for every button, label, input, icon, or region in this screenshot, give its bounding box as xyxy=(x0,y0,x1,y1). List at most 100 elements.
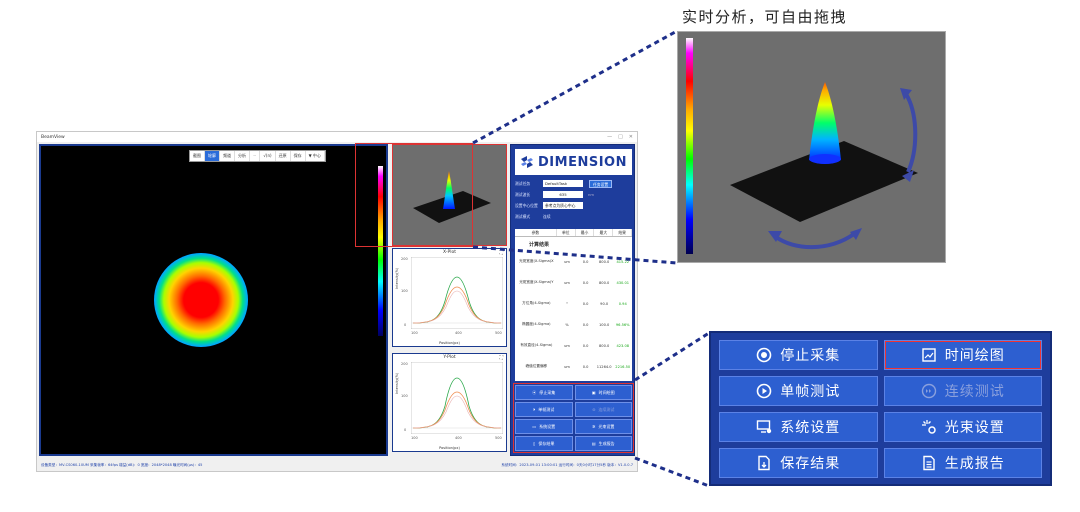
close-button[interactable]: ✕ xyxy=(629,134,633,140)
continuous-test-button[interactable]: ⊚ 连续测试 xyxy=(574,402,632,417)
play-circle-icon: ⏵ xyxy=(533,407,536,412)
button-label: 生成报告 xyxy=(598,440,615,446)
button-label: 单帧测试 xyxy=(780,384,841,400)
connector-line xyxy=(634,456,710,488)
generate-report-button[interactable]: ▤ 生成报告 xyxy=(574,436,632,451)
row-unit: um xyxy=(564,343,570,348)
single-frame-button[interactable]: ⏵ 单帧测试 xyxy=(515,402,573,417)
save-results-button-large[interactable]: 保存结果 xyxy=(719,448,878,478)
ytick: 100 xyxy=(401,289,408,293)
beam-settings-button[interactable]: ✲ 光束设置 xyxy=(574,419,632,434)
row-name: 峰值位置偏移 xyxy=(525,364,548,368)
action-buttons: ⦿ 停止采集 ▣ 时间绘图 ⏵ 单帧测试 ⊚ 连续测试 ▭ 系统设置 ✲ 光束设置 ▯ 保存结… xyxy=(513,383,634,453)
logo-icon xyxy=(521,156,534,168)
logo-text: DIMENSION xyxy=(538,154,627,170)
row-max: 11264.0 xyxy=(596,364,612,369)
button-label: 连续测试 xyxy=(944,384,1005,400)
xtick: 100 xyxy=(411,331,418,335)
minimize-button[interactable]: — xyxy=(607,134,612,140)
stop-circle-icon: ⦿ xyxy=(532,389,537,395)
stop-capture-button[interactable]: ⦿ 停止采集 xyxy=(515,385,573,400)
tool-wave[interactable]: ~ xyxy=(250,151,261,161)
beam-3d-render-large xyxy=(730,82,918,250)
chart-icon: ▣ xyxy=(591,390,596,395)
camera-toolbar: 截图 轮廓 频道 分析 ~ √(n) 还原 保存 ▼ 中心 xyxy=(189,150,326,162)
button-label: 光束设置 xyxy=(944,420,1005,436)
beam-3d-thumbnail[interactable] xyxy=(392,144,507,246)
tool-save[interactable]: 保存 xyxy=(291,151,306,161)
task-field[interactable]: DefaultTask xyxy=(543,180,583,187)
param-label: 测试波长 xyxy=(515,191,531,197)
time-plot-button[interactable]: ▣ 时间绘图 xyxy=(574,385,632,400)
button-label: 光束设置 xyxy=(598,423,615,429)
monitor-settings-icon xyxy=(756,419,772,435)
row-result: 0.94 xyxy=(618,301,627,306)
row-min: 0.0 xyxy=(582,364,589,369)
row-name: 光斑宽度(X-Sigma)Y xyxy=(519,280,554,284)
x-plot[interactable]: X-Plot ⛶ Intensity(%) 200 100 0 100 400 … xyxy=(392,248,507,347)
system-settings-button-large[interactable]: 系统设置 xyxy=(719,412,878,442)
stop-circle-icon xyxy=(756,347,772,363)
row-result: 96.56% xyxy=(615,322,630,327)
x-plot-title: X-Plot xyxy=(443,250,456,255)
tool-screenshot[interactable]: 截图 xyxy=(190,151,205,161)
stop-capture-button-large[interactable]: 停止采集 xyxy=(719,340,878,370)
tool-restore[interactable]: 还原 xyxy=(276,151,291,161)
y-plot[interactable]: Y-Plot ⛶ Intensity(%) 200 100 0 100 400 … xyxy=(392,353,507,452)
brand-logo: DIMENSION xyxy=(515,149,632,175)
x-plot-curves xyxy=(411,257,503,329)
row-max: 800.0 xyxy=(599,280,610,285)
maximize-button[interactable]: □ xyxy=(618,134,623,140)
tool-channel[interactable]: 频道 xyxy=(220,151,235,161)
xtick: 500 xyxy=(495,331,502,335)
ytick: 0 xyxy=(404,323,407,327)
y-plot-xlabel: Position(px) xyxy=(439,446,460,450)
row-unit: ° xyxy=(566,301,568,306)
row-unit: um xyxy=(564,259,570,264)
param-label: 设置中心位置 xyxy=(515,202,538,208)
wavelength-field[interactable]: 635 xyxy=(543,191,583,198)
zoomed-button-panel: 停止采集 时间绘图 单帧测试 连续测试 系统设置 光束设置 保存结果 生成报告 xyxy=(709,331,1052,486)
results-title: 计算结果 xyxy=(529,242,550,248)
xtick: 100 xyxy=(411,436,418,440)
button-label: 保存结果 xyxy=(780,456,841,472)
row-result: 2216.50 xyxy=(615,364,631,369)
table-row: 方位角(4-Sigma) ° 0.0 90.0 0.94 xyxy=(515,293,632,314)
param-label: 测试模式 xyxy=(515,213,531,219)
row-result: 423.08 xyxy=(616,343,630,348)
camera-view[interactable]: 截图 轮廓 频道 分析 ~ √(n) 还原 保存 ▼ 中心 xyxy=(39,144,388,456)
expand-icon[interactable]: ⛶ xyxy=(499,355,503,361)
column-header: 最大 xyxy=(594,229,614,236)
table-row: 有效直径(4-Sigma) um 0.0 800.0 423.08 xyxy=(515,335,632,356)
button-label: 时间绘图 xyxy=(598,389,615,395)
expand-icon[interactable]: ⛶ xyxy=(499,250,503,256)
time-plot-button-large[interactable]: 时间绘图 xyxy=(883,340,1042,370)
monitor-settings-icon: ▭ xyxy=(532,424,537,429)
generate-report-button-large[interactable]: 生成报告 xyxy=(883,448,1042,478)
tool-contour[interactable]: 轮廓 xyxy=(205,151,220,161)
center-position-select[interactable]: 参考点为质心中心 xyxy=(543,202,583,209)
row-name: 有效直径(4-Sigma) xyxy=(520,343,553,347)
save-results-button[interactable]: ▯ 保存结果 xyxy=(515,436,573,451)
beam-settings-icon xyxy=(921,419,937,435)
save-file-icon xyxy=(756,455,772,471)
color-scale-bar xyxy=(378,166,383,336)
system-settings-button[interactable]: ▭ 系统设置 xyxy=(515,419,573,434)
beam-settings-button-large[interactable]: 光束设置 xyxy=(883,412,1042,442)
results-table: 参数 单位 最小 最大 结果 计算结果 光斑宽度(X-Sigma)X um 0.… xyxy=(515,229,633,381)
row-min: 0.0 xyxy=(582,343,589,348)
continuous-test-button-large[interactable]: 连续测试 xyxy=(883,376,1042,406)
row-min: 0.0 xyxy=(582,259,589,264)
zoomed-3d-view[interactable] xyxy=(677,31,946,263)
single-frame-button-large[interactable]: 单帧测试 xyxy=(719,376,878,406)
tool-analysis[interactable]: 分析 xyxy=(235,151,250,161)
tool-center[interactable]: ▼ 中心 xyxy=(306,151,325,161)
row-max: 800.0 xyxy=(599,343,610,348)
figure: 实时分析，可自由拖拽 BeamView — □ ✕ 截图 轮廓 频道 分析 ~ … xyxy=(0,0,1080,512)
continuous-icon xyxy=(921,383,937,399)
report-icon: ▤ xyxy=(591,441,596,446)
xtick: 500 xyxy=(495,436,502,440)
tool-sqrt[interactable]: √(n) xyxy=(260,151,276,161)
y-plot-curves xyxy=(411,362,503,434)
task-settings-button[interactable]: 任务设置 xyxy=(589,179,613,188)
